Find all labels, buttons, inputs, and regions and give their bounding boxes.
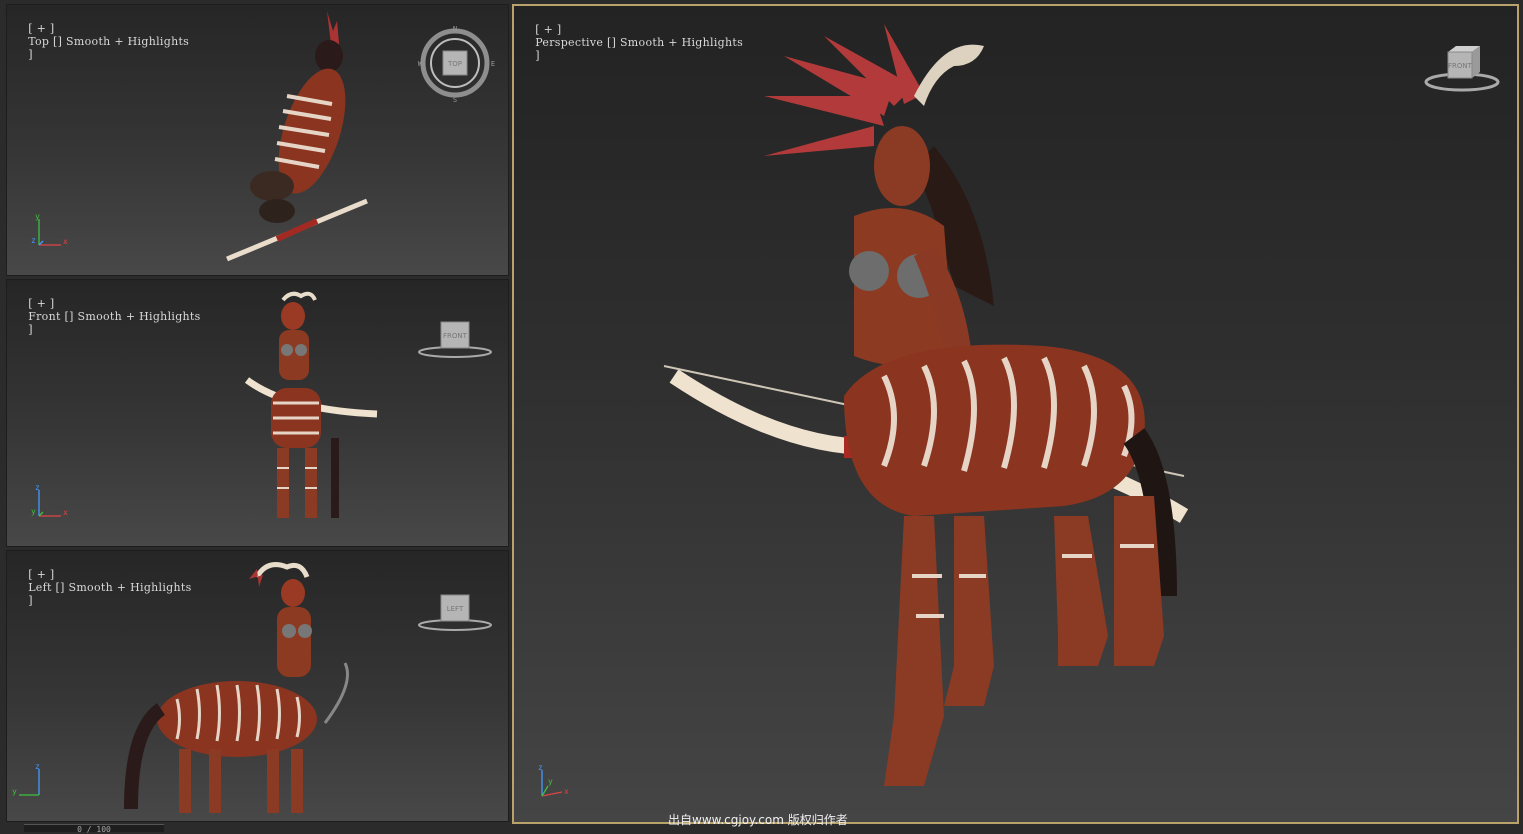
view-cube-icon[interactable]: FRONT [1424,40,1504,100]
centaur-model-top[interactable] [217,11,387,271]
viewport-menu-plus[interactable]: [ + ] [535,23,561,36]
viewport-menu-plus[interactable]: [ + ] [28,568,54,581]
viewport-menu-plus[interactable]: [ + ] [28,22,54,35]
centaur-model-perspective[interactable] [634,16,1194,816]
svg-text:y: y [31,507,36,516]
view-cube-face-label: FRONT [1448,62,1473,70]
viewport-view-name[interactable]: Top [28,35,49,48]
svg-text:y: y [548,777,553,786]
view-cube-icon[interactable]: FRONT [417,318,497,363]
axis-tripod-icon: y x z [31,212,68,246]
compass-e-label: E [491,60,495,68]
axis-tripod-icon: z y [12,762,40,796]
viewport-view-name[interactable]: Left [28,581,52,594]
svg-text:y: y [12,787,17,796]
viewport-front[interactable]: [ + ] Front [] Smooth + Highlights ] FRO… [6,279,509,547]
view-cube-icon[interactable]: TOP N S E W [417,23,497,103]
viewport-menu-plus[interactable]: [ + ] [28,297,54,310]
centaur-model-left[interactable] [117,559,377,822]
view-cube-face-label: TOP [447,60,462,68]
axis-tripod-icon: z x y [538,763,569,797]
svg-text:x: x [63,237,68,246]
viewport-label-top: [ + ] Top [] Smooth + Highlights ] [28,22,190,61]
viewport-label-front: [ + ] Front [] Smooth + Highlights ] [28,297,201,336]
viewport-view-name[interactable]: Perspective [535,36,603,49]
viewport-top[interactable]: [ + ] Top [] Smooth + Highlights ] TOP N… [6,4,509,276]
viewport-perspective[interactable]: [ + ] Perspective [] Smooth + Highlights… [512,4,1519,824]
svg-text:x: x [63,508,68,517]
axis-tripod-icon: z x y [31,483,68,517]
compass-n-label: N [453,25,457,33]
watermark-text: 出自www.cgjoy.com 版权归作者 [668,813,848,827]
centaur-model-front[interactable] [235,288,385,543]
viewport-shading-mode[interactable]: Smooth + Highlights [78,310,201,323]
svg-text:y: y [35,212,40,221]
svg-text:z: z [538,763,543,772]
viewport-left[interactable]: [ + ] Left [] Smooth + Highlights ] LEFT… [6,550,509,822]
svg-text:z: z [35,483,40,492]
view-cube-face-label: LEFT [447,605,464,613]
svg-text:z: z [31,236,36,245]
viewport-shading-mode[interactable]: Smooth + Highlights [66,35,189,48]
viewport-view-name[interactable]: Front [28,310,61,323]
svg-text:z: z [35,762,40,771]
svg-text:x: x [564,787,569,796]
view-cube-icon[interactable]: LEFT [417,591,497,636]
view-cube-face-label: FRONT [443,332,468,340]
compass-s-label: S [453,96,457,103]
